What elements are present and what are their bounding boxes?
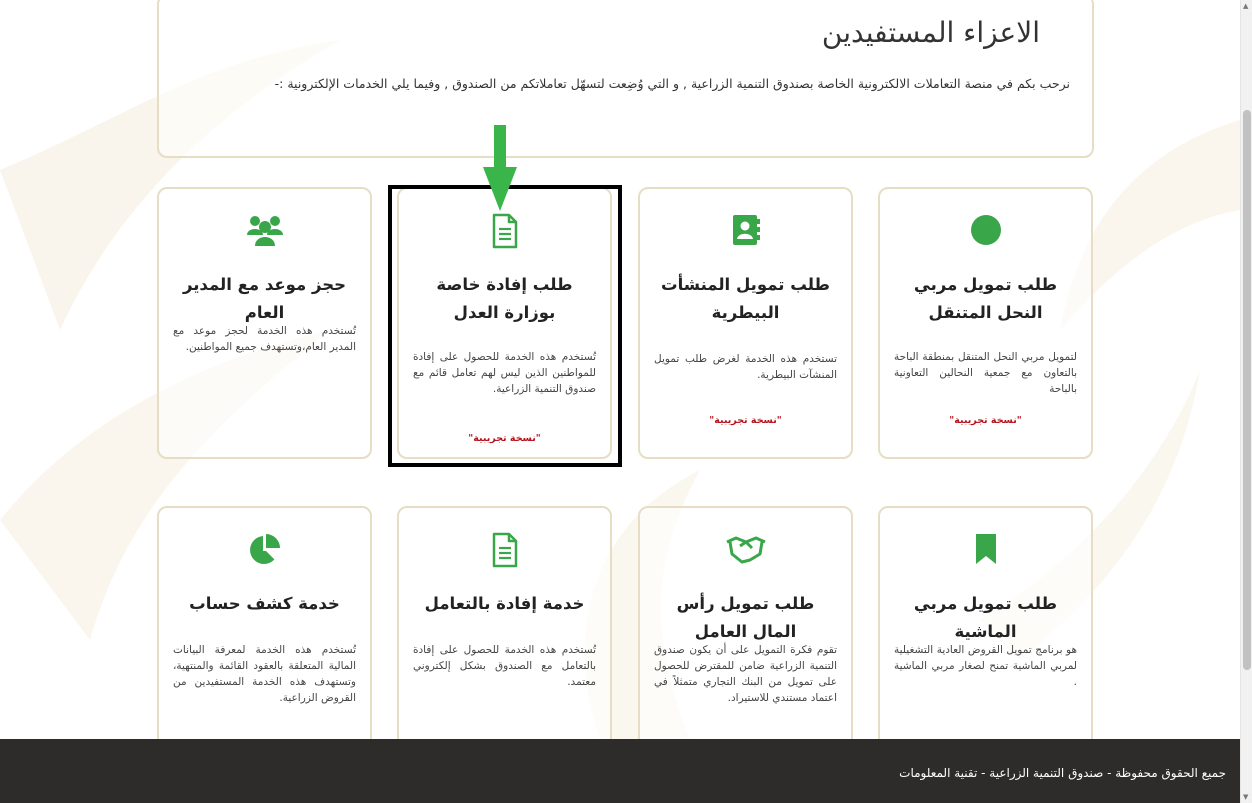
scrollbar-thumb[interactable] bbox=[1243, 110, 1251, 670]
trial-version-badge: "نسخة تجريبية" bbox=[709, 415, 782, 426]
welcome-panel: الاعزاء المستفيدين نرحب بكم في منصة التع… bbox=[157, 0, 1094, 158]
card-title: طلب تمويل المنشأت البيطرية bbox=[661, 275, 830, 322]
pie-chart-icon bbox=[159, 532, 370, 568]
document-icon bbox=[399, 213, 610, 249]
card-title: طلب إفادة خاصة بوزارة العدل bbox=[436, 275, 573, 322]
card-description: تُستخدم هذه الخدمة للحصول على إفادة بالت… bbox=[413, 644, 596, 688]
service-card-working-capital-financing[interactable]: طلب تمويل رأس المال العامل تقوم فكرة الت… bbox=[638, 506, 853, 756]
page-scrollbar[interactable]: ▲ ▼ bbox=[1240, 0, 1252, 803]
card-description: هو برنامج تمويل القروض العادية التشغيلية… bbox=[894, 644, 1077, 688]
service-card-justice-ministry-certificate[interactable]: طلب إفادة خاصة بوزارة العدل تُستخدم هذه … bbox=[397, 187, 612, 459]
trial-version-badge: "نسخة تجريبية" bbox=[468, 433, 541, 444]
card-description: تُستخدم هذه الخدمة للحصول على إفادة للمو… bbox=[413, 351, 596, 395]
card-title: خدمة كشف حساب bbox=[189, 594, 340, 613]
handshake-icon bbox=[640, 532, 851, 568]
card-title: طلب تمويل رأس المال العامل bbox=[676, 594, 815, 641]
circle-icon bbox=[880, 213, 1091, 249]
welcome-intro-text: نرحب بكم في منصة التعاملات الالكترونية ا… bbox=[274, 76, 1070, 91]
service-card-veterinary-facilities[interactable]: طلب تمويل المنشأت البيطرية تستخدم هذه ال… bbox=[638, 187, 853, 459]
page-title: الاعزاء المستفيدين bbox=[821, 16, 1040, 49]
service-card-account-statement[interactable]: خدمة كشف حساب تُستخدم هذه الخدمة لمعرفة … bbox=[157, 506, 372, 756]
trial-version-badge: "نسخة تجريبية" bbox=[949, 415, 1022, 426]
card-description: تستخدم هذه الخدمة لغرض طلب تمويل المنشآت… bbox=[654, 353, 837, 381]
card-title: طلب تمويل مربي الماشية bbox=[913, 594, 1058, 641]
document-icon bbox=[399, 532, 610, 568]
card-description: لتمويل مربي النحل المتنقل بمنطقة الباحة … bbox=[894, 351, 1077, 395]
bookmark-icon bbox=[880, 532, 1091, 568]
service-card-livestock-financing[interactable]: طلب تمويل مربي الماشية هو برنامج تمويل ا… bbox=[878, 506, 1093, 756]
scroll-up-arrow-icon[interactable]: ▲ bbox=[1243, 2, 1248, 10]
card-title: طلب تمويل مربي النحل المتنقل bbox=[913, 275, 1058, 322]
users-group-icon bbox=[159, 213, 370, 249]
copyright-text: جميع الحقوق محفوظة - صندوق التنمية الزرا… bbox=[899, 766, 1226, 780]
down-arrow-icon bbox=[483, 125, 517, 211]
card-description: تُستخدم هذه الخدمة لحجز موعد مع المدير ا… bbox=[173, 325, 356, 353]
contact-book-icon bbox=[640, 213, 851, 249]
footer: جميع الحقوق محفوظة - صندوق التنمية الزرا… bbox=[0, 739, 1240, 803]
service-card-director-appointment[interactable]: حجز موعد مع المدير العام تُستخدم هذه الخ… bbox=[157, 187, 372, 459]
card-title: حجز موعد مع المدير العام bbox=[182, 275, 347, 322]
card-title: خدمة إفادة بالتعامل bbox=[424, 594, 585, 613]
card-description: تُستخدم هذه الخدمة لمعرفة البيانات المال… bbox=[173, 644, 356, 704]
service-card-beekeeper-financing[interactable]: طلب تمويل مربي النحل المتنقل لتمويل مربي… bbox=[878, 187, 1093, 459]
card-description: تقوم فكرة التمويل على أن يكون صندوق التن… bbox=[654, 644, 837, 704]
service-card-dealing-certificate[interactable]: خدمة إفادة بالتعامل تُستخدم هذه الخدمة ل… bbox=[397, 506, 612, 756]
scroll-down-arrow-icon[interactable]: ▼ bbox=[1243, 793, 1248, 801]
